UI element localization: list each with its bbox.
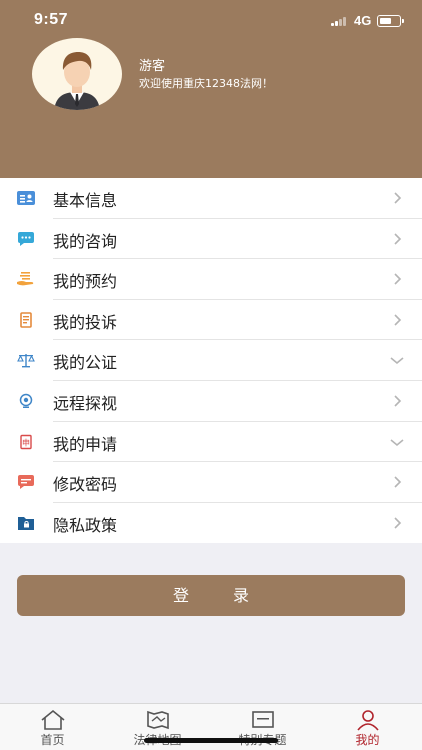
- menu-item-privacy-policy[interactable]: 隐私政策: [0, 503, 422, 544]
- status-bar: 9:57 4G: [0, 0, 422, 42]
- signal-icon: [331, 16, 349, 26]
- profile-header: 9:57 4G 游客 欢迎使用重庆12348法网！: [0, 0, 422, 178]
- menu-label: 我的咨询: [53, 231, 118, 251]
- battery-icon: [377, 15, 404, 27]
- menu-label: 隐私政策: [53, 515, 118, 535]
- complaint-doc-icon: [20, 311, 32, 328]
- menu-item-change-password[interactable]: 修改密码: [0, 462, 422, 503]
- tab-mine[interactable]: 我的: [315, 704, 420, 750]
- chevron-right-icon: [394, 192, 402, 204]
- chevron-right-icon: [394, 314, 402, 326]
- chevron-down-icon: [390, 357, 404, 365]
- menu-label: 远程探视: [53, 393, 118, 413]
- menu-item-my-notarization[interactable]: 我的公证: [0, 340, 422, 381]
- network-type: 4G: [354, 13, 372, 28]
- id-card-icon: [17, 191, 35, 205]
- menu-item-my-application[interactable]: 申 我的申请: [0, 422, 422, 463]
- username: 游客: [139, 59, 166, 74]
- svg-text:申: 申: [22, 437, 30, 447]
- privacy-folder-icon: [18, 516, 34, 530]
- chat-bubble-icon: [18, 231, 34, 246]
- chevron-right-icon: [394, 233, 402, 245]
- application-doc-icon: 申: [20, 434, 32, 449]
- chevron-right-icon: [394, 273, 402, 285]
- scales-icon: [17, 354, 35, 368]
- chevron-down-icon: [390, 438, 404, 446]
- tab-legal-map[interactable]: 法律地图: [105, 704, 210, 750]
- chevron-right-icon: [394, 395, 402, 407]
- person-icon: [357, 710, 379, 731]
- menu-item-remote-visit[interactable]: 远程探视: [0, 381, 422, 422]
- menu-label: 我的预约: [53, 272, 118, 292]
- avatar-person-icon: [54, 52, 100, 110]
- login-button[interactable]: 登录: [17, 575, 405, 616]
- profile-menu: 基本信息 我的咨询 我的预约 我的投诉 我的公证 远程探视 申 我的申请 修改密…: [0, 178, 422, 544]
- chevron-right-icon: [394, 476, 402, 488]
- chevron-right-icon: [394, 517, 402, 529]
- menu-item-my-appointment[interactable]: 我的预约: [0, 259, 422, 300]
- menu-item-my-complaint[interactable]: 我的投诉: [0, 300, 422, 341]
- tab-label: 我的: [355, 733, 380, 747]
- avatar[interactable]: [32, 38, 122, 110]
- tab-label: 首页: [40, 733, 65, 747]
- welcome-text: 欢迎使用重庆12348法网！: [139, 77, 273, 90]
- menu-label: 我的投诉: [53, 312, 118, 332]
- status-time: 9:57: [34, 11, 69, 28]
- menu-item-my-consultation[interactable]: 我的咨询: [0, 219, 422, 260]
- webcam-icon: [19, 393, 33, 408]
- menu-label: 我的公证: [53, 353, 118, 373]
- topic-icon: [252, 711, 274, 728]
- home-icon: [41, 709, 65, 730]
- password-bubble-icon: [18, 475, 34, 490]
- tab-special-topics[interactable]: 特别专题: [210, 704, 315, 750]
- tab-home[interactable]: 首页: [0, 704, 105, 750]
- menu-label: 我的申请: [53, 434, 118, 454]
- menu-item-basic-info[interactable]: 基本信息: [0, 178, 422, 219]
- hand-list-icon: [17, 272, 34, 286]
- map-icon: [147, 710, 169, 730]
- menu-label: 修改密码: [53, 475, 118, 495]
- home-indicator: [144, 738, 278, 743]
- menu-label: 基本信息: [53, 191, 118, 210]
